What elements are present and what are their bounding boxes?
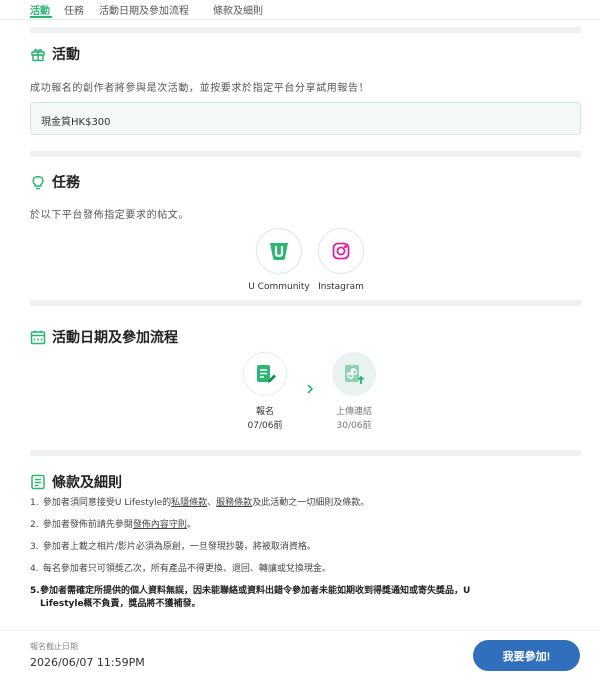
join-button[interactable]: 我要參加! <box>473 640 580 671</box>
section-tabs: 活動 任務 活動日期及參加流程 條款及細則 <box>0 0 600 20</box>
footer-divider <box>0 630 600 631</box>
prize-text: 現金筫HK$300 <box>41 117 111 128</box>
terms-list: 1. 參加者須同意接受U Lifestyle的私隱條款、服務條款及此活動之一切細… <box>30 497 580 620</box>
terms-item: 5.參加者需確定所提供的個人資料無誤，因未能聯絡或資料出錯令參加者未能如期收到得… <box>30 586 471 609</box>
platform-label: U Community <box>248 282 310 292</box>
terms-item: 2. 參加者發佈前請先參閱發佈內容守則。 <box>30 520 196 530</box>
mission-section-title: 任務 <box>30 172 80 192</box>
activity-description: 成功報名的創作者將參與是次活動，並按要求於指定平台分享試用報告！ <box>30 83 370 94</box>
chevron-right-icon <box>306 383 314 397</box>
privacy-policy-link[interactable]: 私隱條款 <box>171 498 207 508</box>
tab-mission[interactable]: 任務 <box>64 2 84 17</box>
content-guidelines-link[interactable]: 發佈內容守則 <box>133 520 187 530</box>
deadline-label: 報名截止日期 <box>30 642 78 651</box>
platform-label: Instagram <box>318 282 364 292</box>
mission-title-text: 任務 <box>52 175 80 191</box>
activity-title-text: 活動 <box>52 47 80 63</box>
register-icon <box>243 352 287 396</box>
schedule-section-title: 活動日期及參加流程 <box>30 327 178 347</box>
step-date: 07/06前 <box>247 421 283 431</box>
document-list-icon <box>30 474 46 490</box>
u-community-icon <box>256 228 302 274</box>
terms-of-service-link[interactable]: 服務條款 <box>216 498 252 508</box>
upload-link-icon <box>332 352 376 396</box>
terms-item: 1. 參加者須同意接受U Lifestyle的私隱條款、服務條款及此活動之一切細… <box>30 498 370 508</box>
schedule-title-text: 活動日期及參加流程 <box>52 330 178 346</box>
prize-box: 現金筫HK$300 <box>30 102 581 135</box>
active-tab-indicator <box>30 16 52 18</box>
step-upload-link: 上傳連結 30/06前 <box>319 352 389 431</box>
step-date: 30/06前 <box>336 421 372 431</box>
terms-title-text: 條款及細則 <box>52 475 122 491</box>
terms-section-title: 條款及細則 <box>30 472 122 492</box>
step-label: 報名 <box>255 407 274 417</box>
section-divider <box>30 151 581 157</box>
tab-terms[interactable]: 條款及細則 <box>213 2 263 17</box>
terms-item: 4. 每名參加者只可領獎乙次，所有產品不得更換、退回、轉讓或兌換現金。 <box>30 564 331 574</box>
gift-icon <box>30 46 46 62</box>
platform-u-community: U Community <box>244 228 314 292</box>
activity-section-title: 活動 <box>30 44 80 64</box>
step-register: 報名 07/06前 <box>230 352 300 431</box>
deadline-value: 2026/06/07 11:59PM <box>30 656 145 669</box>
terms-item: 3. 參加者上載之相片/影片必須為原創，一旦發現抄襲，將被取消資格。 <box>30 542 316 552</box>
section-divider <box>30 300 581 306</box>
step-label: 上傳連結 <box>335 407 372 417</box>
mission-description: 於以下平台發佈指定要求的帖文。 <box>30 210 189 221</box>
platform-instagram: Instagram <box>306 228 376 292</box>
calendar-icon <box>30 329 46 345</box>
instagram-icon <box>318 228 364 274</box>
tab-activity[interactable]: 活動 <box>30 2 50 17</box>
section-divider <box>30 450 581 456</box>
section-divider <box>30 27 581 33</box>
lightbulb-icon <box>30 174 46 190</box>
tab-schedule[interactable]: 活動日期及參加流程 <box>99 2 189 17</box>
